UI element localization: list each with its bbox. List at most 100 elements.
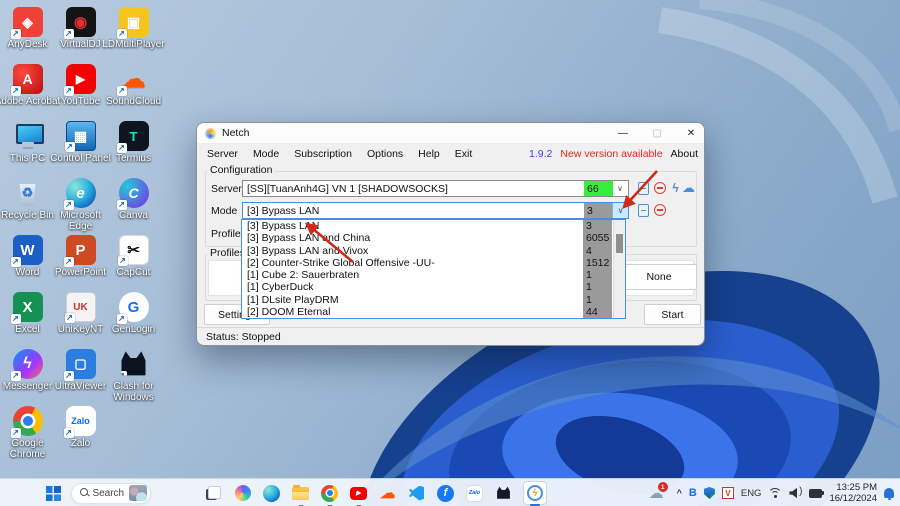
netch-window: Netch — ▢ ✕ Server Mode Subscription Option…	[196, 122, 705, 346]
mode-option[interactable]: [3] Bypass LAN and Vivox4	[242, 245, 625, 257]
server-delete-icon[interactable]	[654, 182, 666, 194]
shortcut-arrow-icon: ↗	[65, 142, 75, 152]
status-bar: Status: Stopped	[197, 327, 704, 345]
taskbar-edge-icon[interactable]	[262, 484, 281, 503]
volume-icon[interactable]	[789, 488, 802, 499]
menu-about[interactable]: About	[671, 148, 698, 160]
desktop-icon-thispc[interactable]: This PC	[1, 117, 54, 174]
profile-none-button[interactable]: None	[621, 264, 697, 290]
desktop-icon-chrome[interactable]: ↗Google Chrome	[1, 402, 54, 459]
desktop-icon-soundcloud[interactable]: ☁↗SoundCloud	[107, 60, 160, 117]
taskbar-vscode-icon[interactable]	[407, 484, 426, 503]
bluetooth-icon[interactable]: B	[689, 487, 697, 499]
chevron-down-icon[interactable]: ∨	[612, 181, 628, 196]
desktop-icon-recyclebin[interactable]: ♻Recycle Bin	[1, 174, 54, 231]
mode-edit-icon[interactable]	[638, 204, 649, 217]
server-combobox[interactable]: [SS][TuanAnh4G] VN 1 [SHADOWSOCKS] 66 ∨	[242, 180, 629, 197]
mode-option[interactable]: [1] Cube 2: Sauerbraten1	[242, 269, 625, 281]
scrollbar-thumb[interactable]	[616, 234, 623, 253]
desktop-icon-termius[interactable]: T↗Termius	[107, 117, 160, 174]
desktop-icon-excel[interactable]: X↗Excel	[1, 288, 54, 345]
shortcut-arrow-icon: ↗	[64, 29, 74, 39]
mode-option-label: [2] DOOM Eternal	[242, 306, 330, 318]
onedrive-icon[interactable]: ☁1	[649, 484, 664, 502]
taskbar-chrome-icon[interactable]	[320, 484, 339, 503]
search-highlight-image[interactable]	[129, 485, 147, 501]
taskbar-search[interactable]: Search	[71, 483, 151, 504]
battery-icon[interactable]	[809, 489, 822, 498]
menu-help[interactable]: Help	[418, 148, 440, 160]
chevron-down-icon[interactable]: ∨	[612, 203, 628, 218]
taskbar-netch-icon[interactable]: ϟ	[523, 481, 547, 505]
taskbar-file-explorer-icon[interactable]	[291, 484, 310, 503]
title-bar[interactable]: Netch — ▢ ✕	[197, 123, 704, 144]
taskbar-zalo-icon[interactable]: Zalo	[465, 484, 484, 503]
desktop-icon-messenger[interactable]: ϟ↗Messenger	[1, 345, 54, 402]
mode-option-label: [1] CyberDuck	[242, 281, 314, 293]
desktop-icon-unikey[interactable]: UK↗UniKeyNT	[54, 288, 107, 345]
tray-expand-icon[interactable]: ^	[677, 488, 682, 498]
mode-option[interactable]: [2] Counter-Strike Global Offensive -UU-…	[242, 257, 625, 269]
controlpanel-icon: ▦↗	[66, 121, 96, 151]
dropdown-scrollbar[interactable]	[613, 220, 625, 318]
desktop-icon-edge[interactable]: e↗Microsoft Edge	[54, 174, 107, 231]
desktop-icon-genlogin[interactable]: G↗GenLogin	[107, 288, 160, 345]
desktop-icon-powerpoint[interactable]: P↗PowerPoint	[54, 231, 107, 288]
desktop-icon-ultraviewer[interactable]: ▢↗UltraViewer	[54, 345, 107, 402]
shortcut-arrow-icon: ↗	[64, 86, 74, 96]
menu-options[interactable]: Options	[367, 148, 403, 160]
menu-subscription[interactable]: Subscription	[294, 148, 352, 160]
shortcut-arrow-icon: ↗	[64, 200, 74, 210]
desktop-icon-word[interactable]: W↗Word	[1, 231, 54, 288]
mode-delete-icon[interactable]	[654, 204, 666, 216]
desktop-icon-zalo[interactable]: Zalo↗Zalo	[54, 402, 107, 459]
mode-option[interactable]: [3] Bypass LAN and China6055	[242, 232, 625, 244]
shortcut-arrow-icon: ↗	[11, 257, 21, 267]
desktop-icon-virtualdj[interactable]: ◉↗VirtualDJ	[54, 3, 107, 60]
netch-logo-icon	[205, 128, 216, 139]
mode-combobox[interactable]: [3] Bypass LAN 3 ∨	[242, 202, 629, 219]
language-indicator[interactable]: ENG	[741, 488, 762, 499]
server-edit-icon[interactable]	[638, 182, 649, 195]
desktop-icon-anydesk[interactable]: ◈↗AnyDesk	[1, 3, 54, 60]
desktop-icon-acrobat[interactable]: A↗Adobe Acrobat	[1, 60, 54, 117]
start-button[interactable]: Start	[644, 304, 701, 325]
taskbar-task-view-icon[interactable]	[204, 484, 223, 503]
menu-exit[interactable]: Exit	[455, 148, 473, 160]
maximize-button[interactable]: ▢	[649, 126, 665, 141]
minimize-button[interactable]: —	[615, 126, 631, 141]
desktop-icon-canva[interactable]: C↗Canva	[107, 174, 160, 231]
mode-dropdown-list[interactable]: [3] Bypass LAN3[3] Bypass LAN and China6…	[241, 219, 626, 319]
close-button[interactable]: ✕	[683, 126, 699, 141]
wifi-icon[interactable]	[768, 488, 782, 499]
taskbar-youtube-icon[interactable]: ▶	[349, 484, 368, 503]
mode-option[interactable]: [2] DOOM Eternal44	[242, 306, 625, 318]
server-speedtest-icon[interactable]: ϟ	[669, 181, 682, 194]
menu-server[interactable]: Server	[207, 148, 238, 160]
security-shield-icon[interactable]	[704, 487, 715, 499]
mode-option[interactable]: [1] DLsite PlayDRM1	[242, 294, 625, 306]
mode-option[interactable]: [3] Bypass LAN3	[242, 220, 625, 232]
update-notice[interactable]: New version available	[560, 148, 662, 160]
clock[interactable]: 13:25 PM 16/12/2024	[829, 482, 877, 505]
excel-icon: X↗	[13, 292, 43, 322]
server-copy-icon[interactable]: ☁	[682, 181, 695, 194]
desktop-icon-clash[interactable]: ↗Clash for Windows	[107, 345, 160, 402]
desktop-icon-controlpanel[interactable]: ▦↗Control Panel	[54, 117, 107, 174]
start-button-icon[interactable]	[46, 486, 61, 501]
menu-mode[interactable]: Mode	[253, 148, 279, 160]
desktop-icon-youtube[interactable]: ▶↗YouTube	[54, 60, 107, 117]
shortcut-arrow-icon: ↗	[117, 29, 127, 39]
virtualdj-icon: ◉↗	[66, 7, 96, 37]
taskbar-facebook-icon[interactable]: f	[436, 484, 455, 503]
v-app-tray-icon[interactable]: V	[722, 487, 734, 499]
taskbar-clash-icon[interactable]	[494, 484, 513, 503]
mode-option-count: 3	[586, 220, 612, 232]
desktop-icon-ldmultiplayer[interactable]: ▣↗LDMultiPlayer	[107, 3, 160, 60]
youtube-icon: ▶↗	[66, 64, 96, 94]
taskbar-soundcloud-icon[interactable]: ☁	[378, 484, 397, 503]
notification-bell-icon[interactable]	[884, 488, 894, 498]
taskbar-copilot-icon[interactable]	[233, 484, 252, 503]
mode-option[interactable]: [1] CyberDuck1	[242, 281, 625, 293]
desktop-icon-capcut[interactable]: ✂↗CapCut	[107, 231, 160, 288]
